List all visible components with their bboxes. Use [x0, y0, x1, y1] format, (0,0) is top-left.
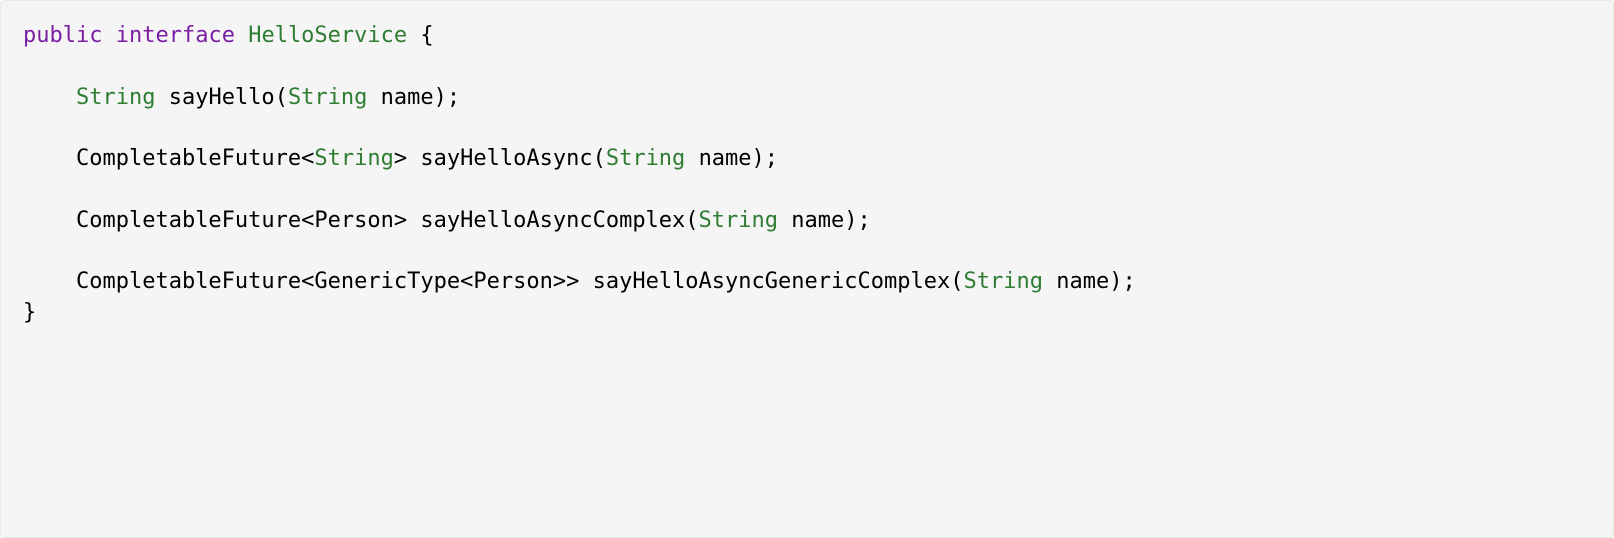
space	[685, 146, 698, 171]
lt-icon: <	[460, 269, 473, 294]
type-generictype: GenericType	[314, 269, 460, 294]
interface-name: HelloService	[248, 23, 407, 48]
lt-icon: <	[301, 208, 314, 233]
space	[407, 23, 420, 48]
space	[102, 23, 115, 48]
semicolon-icon: ;	[765, 146, 778, 171]
lt-icon: <	[301, 269, 314, 294]
close-brace-icon: }	[23, 300, 36, 325]
keyword-interface: interface	[116, 23, 235, 48]
method-sayhelloasyncgenericcomplex: sayHelloAsyncGenericComplex	[593, 269, 951, 294]
space	[579, 269, 592, 294]
keyword-public: public	[23, 23, 102, 48]
close-paren-icon: )	[434, 85, 447, 110]
param-name: name	[791, 208, 844, 233]
method-sayhelloasync: sayHelloAsync	[420, 146, 592, 171]
open-paren-icon: (	[685, 208, 698, 233]
gt-icon: >	[566, 269, 579, 294]
open-brace-icon: {	[420, 23, 433, 48]
param-name: name	[1056, 269, 1109, 294]
space	[155, 85, 168, 110]
type-completablefuture: CompletableFuture	[76, 208, 301, 233]
type-string: String	[76, 85, 155, 110]
type-completablefuture: CompletableFuture	[76, 146, 301, 171]
gt-icon: >	[553, 269, 566, 294]
space	[367, 85, 380, 110]
param-name: name	[699, 146, 752, 171]
space	[235, 23, 248, 48]
type-person: Person	[473, 269, 552, 294]
gt-icon: >	[394, 208, 407, 233]
space	[407, 208, 420, 233]
type-string: String	[963, 269, 1042, 294]
open-paren-icon: (	[950, 269, 963, 294]
method-sayhello: sayHello	[169, 85, 275, 110]
type-string: String	[606, 146, 685, 171]
space	[407, 146, 420, 171]
type-string: String	[288, 85, 367, 110]
space	[778, 208, 791, 233]
gt-icon: >	[394, 146, 407, 171]
type-string: String	[699, 208, 778, 233]
open-paren-icon: (	[593, 146, 606, 171]
type-string: String	[314, 146, 393, 171]
close-paren-icon: )	[844, 208, 857, 233]
space	[1043, 269, 1056, 294]
open-paren-icon: (	[275, 85, 288, 110]
semicolon-icon: ;	[858, 208, 871, 233]
close-paren-icon: )	[1109, 269, 1122, 294]
type-person: Person	[314, 208, 393, 233]
type-completablefuture: CompletableFuture	[76, 269, 301, 294]
param-name: name	[381, 85, 434, 110]
code-block: public interface HelloService { String s…	[0, 0, 1614, 538]
semicolon-icon: ;	[447, 85, 460, 110]
method-sayhelloasynccomplex: sayHelloAsyncComplex	[420, 208, 685, 233]
close-paren-icon: )	[752, 146, 765, 171]
semicolon-icon: ;	[1122, 269, 1135, 294]
lt-icon: <	[301, 146, 314, 171]
